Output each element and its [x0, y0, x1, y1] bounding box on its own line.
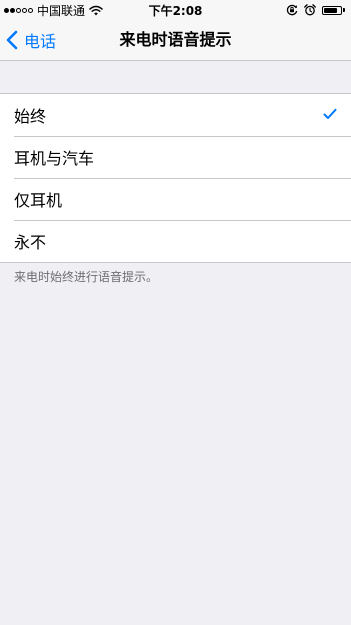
alarm-icon — [304, 4, 316, 16]
option-headphones-and-car[interactable]: 耳机与汽车 — [0, 136, 351, 178]
status-bar-right — [280, 3, 345, 17]
back-button-label: 电话 — [24, 32, 57, 51]
chevron-left-icon — [6, 30, 18, 50]
back-button[interactable]: 电话 — [6, 20, 56, 60]
checkmark-icon — [323, 108, 337, 119]
battery-icon — [322, 5, 345, 15]
option-headphones-only[interactable]: 仅耳机 — [0, 178, 351, 220]
option-never[interactable]: 永不 — [0, 220, 351, 262]
footer-description: 来电时始终进行语音提示。 — [14, 270, 159, 284]
option-label: 永不 — [14, 233, 47, 252]
option-label: 仅耳机 — [14, 191, 63, 210]
battery-body — [322, 5, 342, 15]
option-label: 始终 — [14, 107, 47, 126]
battery-level-fill — [324, 7, 337, 13]
option-label: 耳机与汽车 — [14, 149, 95, 168]
status-bar: 中国联通 下午2:08 — [0, 0, 351, 20]
navigation-bar: 电话 来电时语音提示 — [0, 20, 351, 61]
rotation-lock-icon — [286, 4, 298, 16]
options-list: 始终 耳机与汽车 仅耳机 永不 — [0, 93, 351, 263]
battery-tip — [343, 8, 345, 12]
option-always[interactable]: 始终 — [0, 94, 351, 136]
